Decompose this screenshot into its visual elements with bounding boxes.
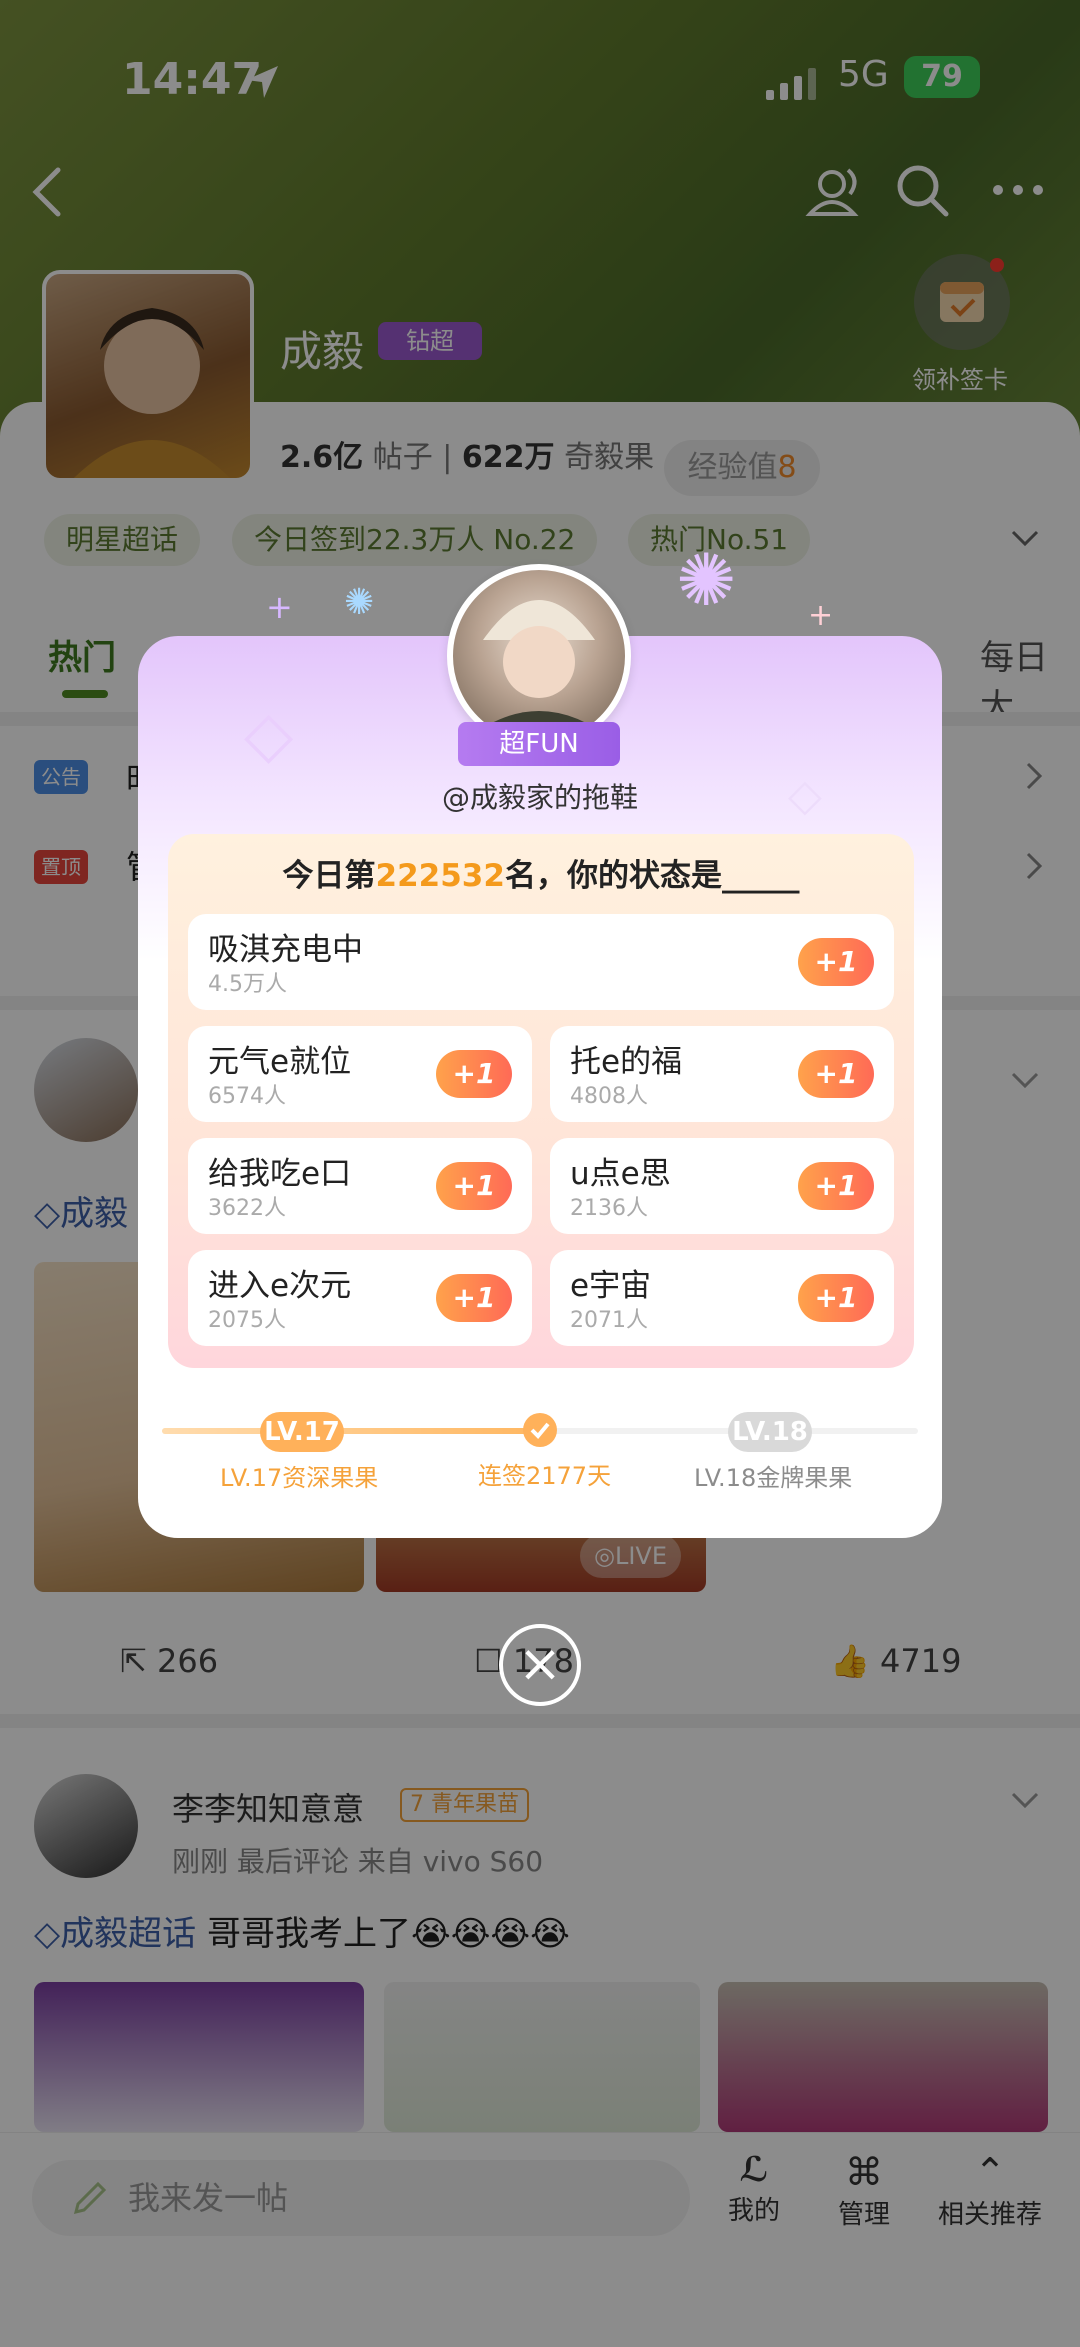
sparkle-icon: + [266,588,293,626]
question-suffix: 名，你的状态是_____ [504,858,800,894]
close-button[interactable]: × [499,1624,581,1706]
status-option[interactable]: 托e的福 4808人 +1 [550,1026,894,1122]
status-option[interactable]: 吸淇充电中 4.5万人 +1 [188,914,894,1010]
option-title: 元气e就位 [208,1044,352,1080]
option-count: 2075人 [208,1308,286,1333]
sparkle-icon: + [808,598,834,633]
status-option[interactable]: e宇宙 2071人 +1 [550,1250,894,1346]
checkin-modal: ◇ ◇ 超FUN @成毅家的拖鞋 今日第222532名，你的状态是_____ 吸… [138,564,942,1538]
streak-label: 连签2177天 [478,1462,612,1490]
plus-one-button[interactable]: +1 [436,1274,512,1322]
option-title: 托e的福 [570,1044,683,1080]
option-count: 6574人 [208,1084,286,1109]
status-option[interactable]: 元气e就位 6574人 +1 [188,1026,532,1122]
option-count: 4.5万人 [208,972,287,997]
option-count: 2136人 [570,1196,648,1221]
sparkle-icon: ✺ [344,582,375,623]
diamond-icon: ◇ [244,698,294,772]
avatar-image [463,600,615,742]
option-title: 给我吃e口 [208,1156,352,1192]
status-question: 今日第222532名，你的状态是_____ [168,850,914,895]
modal-username: @成毅家的拖鞋 [441,781,638,814]
option-title: u点e思 [570,1156,671,1192]
plus-one-button[interactable]: +1 [798,1274,874,1322]
close-icon: × [518,1634,562,1694]
plus-one-button[interactable]: +1 [798,1050,874,1098]
plus-one-button[interactable]: +1 [798,1162,874,1210]
fun-badge: 超FUN [458,722,620,766]
plus-one-button[interactable]: +1 [798,938,874,986]
sparkle-icon: ✺ [676,538,737,622]
status-card: 今日第222532名，你的状态是_____ 吸淇充电中 4.5万人 +1 元气e… [168,834,914,1368]
plus-one-button[interactable]: +1 [436,1162,512,1210]
current-level-label: LV.17资深果果 [220,1464,379,1492]
user-avatar[interactable] [447,564,631,748]
status-option[interactable]: u点e思 2136人 +1 [550,1138,894,1234]
option-title: 吸淇充电中 [208,932,363,968]
rank-number: 222532 [375,858,505,894]
option-title: 进入e次元 [208,1268,352,1304]
next-level-badge: LV.18 [728,1412,812,1452]
plus-one-button[interactable]: +1 [436,1050,512,1098]
option-count: 2071人 [570,1308,648,1333]
check-circle-icon [523,1413,557,1447]
status-option[interactable]: 进入e次元 2075人 +1 [188,1250,532,1346]
option-count: 3622人 [208,1196,286,1221]
next-level-label: LV.18金牌果果 [694,1464,853,1492]
current-level-badge: LV.17 [260,1412,344,1452]
option-title: e宇宙 [570,1268,652,1304]
option-count: 4808人 [570,1084,648,1109]
level-progress-fill [162,1428,540,1434]
question-prefix: 今日第 [282,858,376,894]
status-option[interactable]: 给我吃e口 3622人 +1 [188,1138,532,1234]
